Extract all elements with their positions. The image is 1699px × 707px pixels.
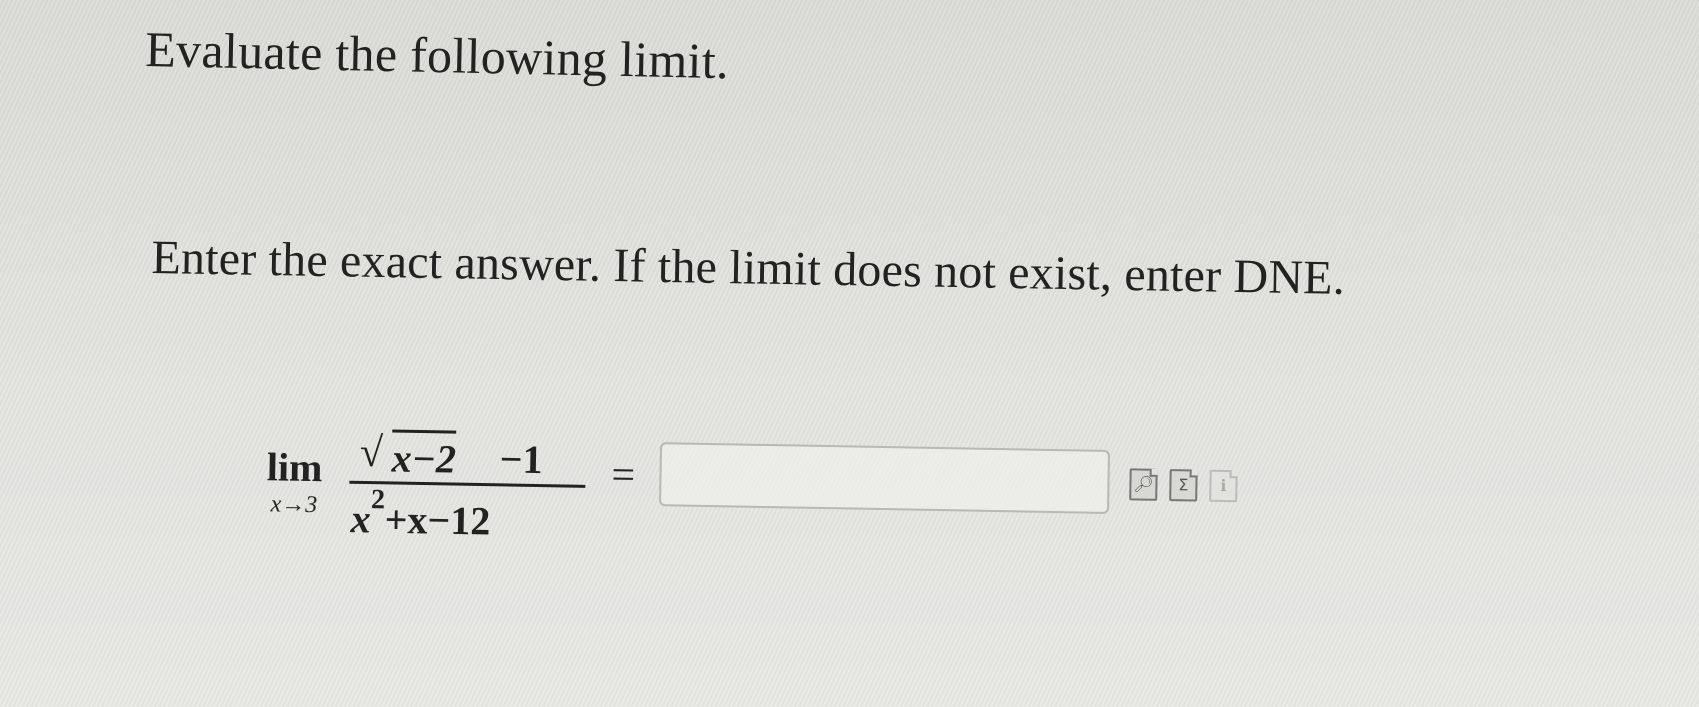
denominator-exponent: 2 <box>370 484 386 516</box>
help-icon[interactable]: ℹ <box>1209 469 1238 503</box>
limit-expression-row: lim x→3 √ x−2 −1 x2+x−12 = 🔎︎ Σ ℹ <box>248 429 1350 604</box>
preview-icon[interactable]: 🔎︎ <box>1129 468 1158 501</box>
denominator-base: x <box>350 496 372 542</box>
sqrt-symbol: √ <box>359 429 384 477</box>
question-instructions: Enter the exact answer. If the limit doe… <box>151 230 1346 305</box>
answer-input[interactable] <box>658 442 1111 515</box>
denominator-text: x2+x−12 <box>350 484 491 545</box>
equation-editor-icon[interactable]: Σ <box>1169 469 1198 502</box>
help-icon-corner <box>1229 470 1238 479</box>
preview-glyph: 🔎︎ <box>1133 474 1154 494</box>
equals-sign: = <box>611 452 636 499</box>
help-glyph: ℹ <box>1220 475 1227 496</box>
fraction-denominator: x2+x−12 <box>348 484 589 548</box>
limit-operator: lim x→3 <box>249 444 340 520</box>
preview-icon-corner <box>1149 468 1158 477</box>
fraction-numerator: √ x−2 −1 <box>349 425 590 485</box>
equation-glyph: Σ <box>1178 475 1189 495</box>
lim-subscript: x→3 <box>270 491 318 519</box>
radicand: x−2 <box>391 429 457 483</box>
question-title: Evaluate the following limit. <box>144 20 730 90</box>
page-background <box>0 0 1699 707</box>
numerator-rest: −1 <box>499 436 543 483</box>
lim-word: lim <box>266 444 323 491</box>
equation-icon-corner <box>1189 469 1198 478</box>
denominator-rest: +x−12 <box>384 496 491 544</box>
limit-fraction: √ x−2 −1 x2+x−12 <box>348 425 590 548</box>
